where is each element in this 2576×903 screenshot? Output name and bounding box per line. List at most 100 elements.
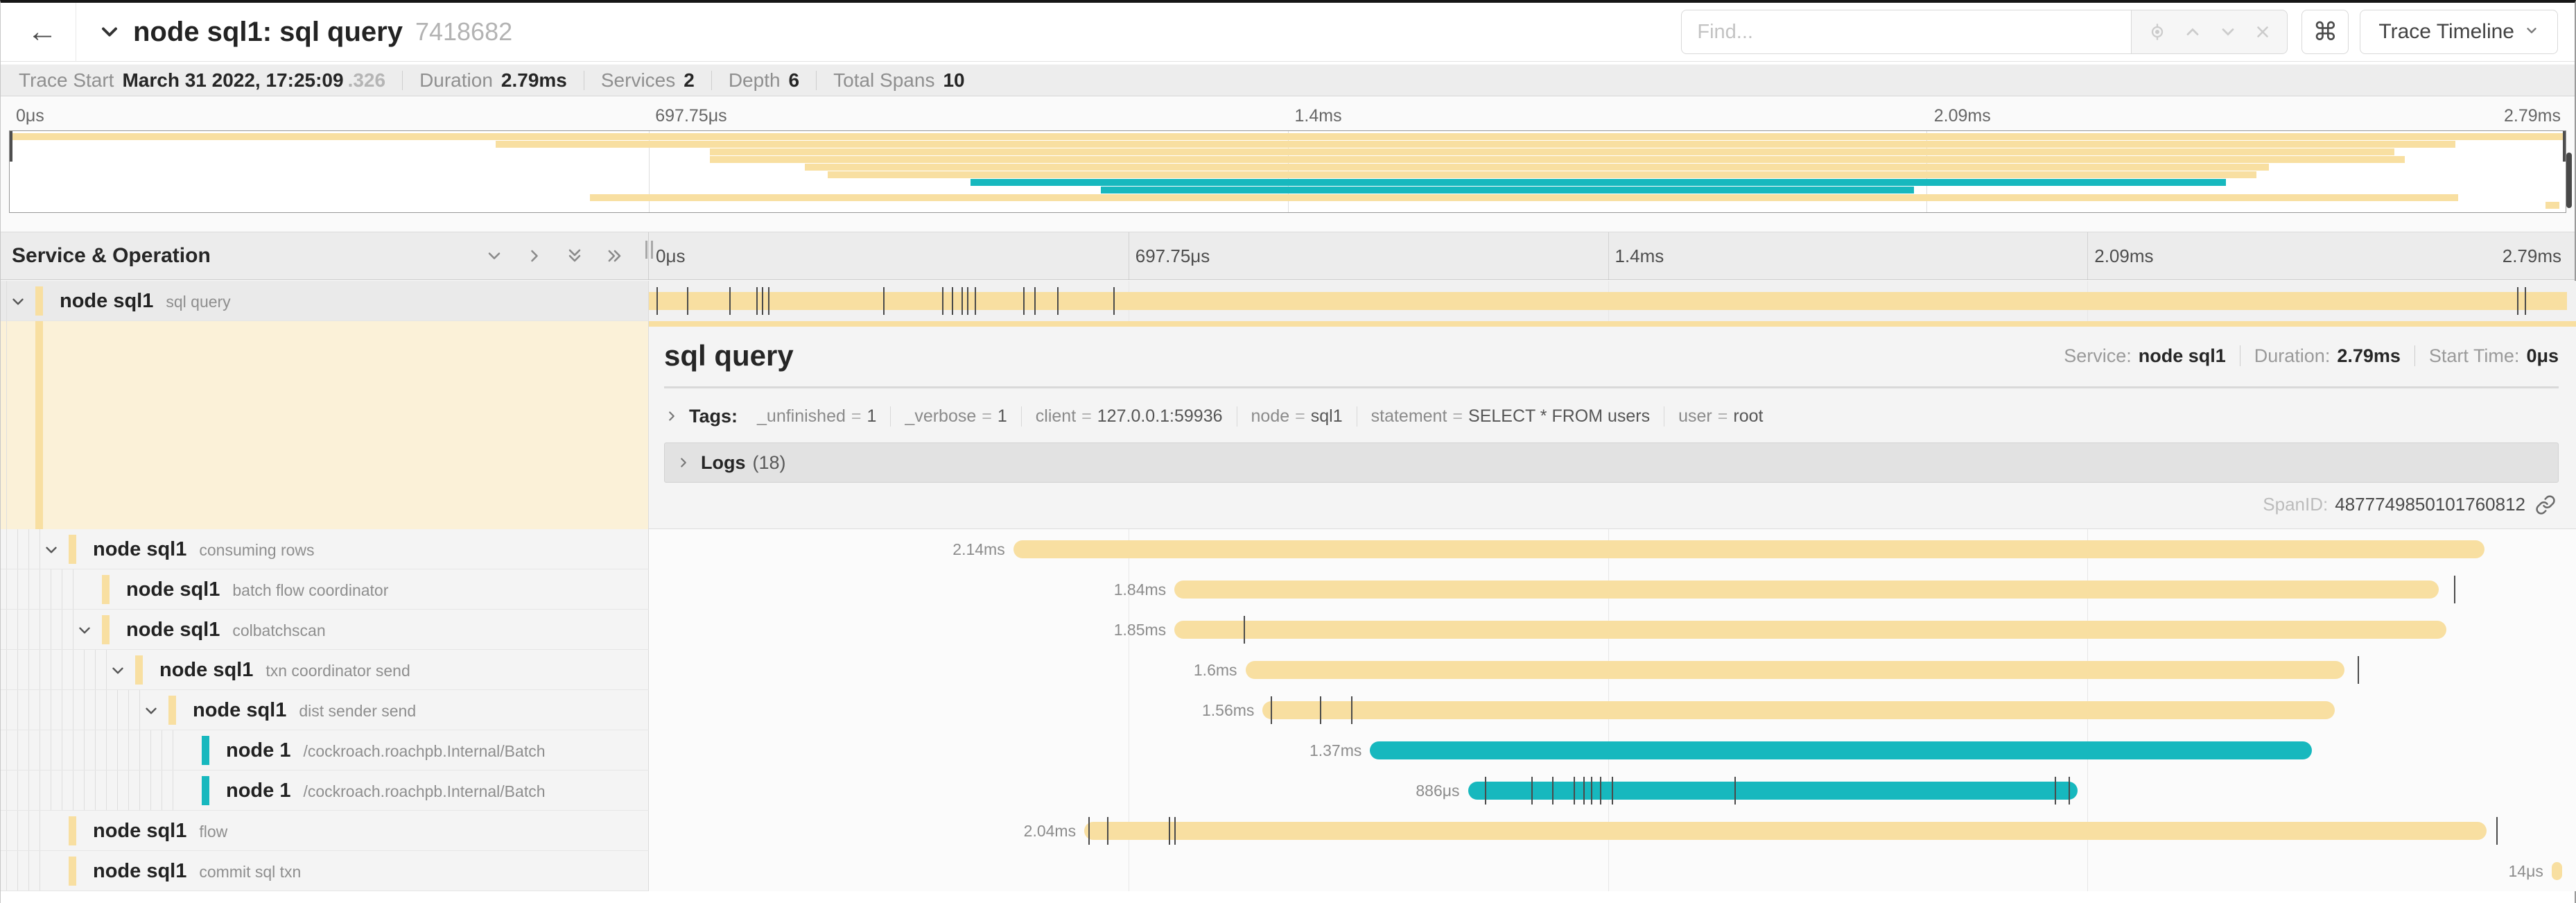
span-bar[interactable] bbox=[1174, 621, 2446, 639]
span-tree-item[interactable]: node sql1consuming rows bbox=[1, 529, 649, 569]
span-timeline-cell[interactable]: 1.6ms bbox=[649, 650, 2567, 690]
link-icon[interactable] bbox=[2535, 495, 2556, 515]
span-row[interactable]: node sql1consuming rows2.14ms bbox=[1, 529, 2576, 569]
log-marker[interactable] bbox=[975, 287, 976, 315]
tags-row[interactable]: Tags: _unfinished=1_verbose=1client=127.… bbox=[664, 401, 2559, 431]
keyboard-shortcuts-button[interactable]: ⌘ bbox=[2301, 10, 2349, 54]
log-marker[interactable] bbox=[961, 287, 963, 315]
span-tree-item[interactable]: node sql1batch flow coordinator bbox=[1, 569, 649, 610]
log-marker[interactable] bbox=[1034, 287, 1036, 315]
span-row[interactable]: node sql1flow2.04ms bbox=[1, 811, 2576, 851]
log-marker[interactable] bbox=[656, 287, 658, 315]
chevron-down-icon[interactable] bbox=[42, 541, 60, 562]
collapse-one-icon[interactable] bbox=[485, 246, 504, 266]
log-marker[interactable] bbox=[1174, 817, 1176, 845]
collapse-trace-header-icon[interactable] bbox=[97, 19, 122, 44]
chevron-down-icon[interactable] bbox=[109, 662, 127, 683]
log-marker[interactable] bbox=[942, 287, 943, 315]
log-marker[interactable] bbox=[1600, 777, 1601, 805]
log-marker[interactable] bbox=[2069, 777, 2070, 805]
chevron-down-icon[interactable] bbox=[9, 293, 27, 314]
span-row[interactable]: node sql1commit sql txn14μs bbox=[1, 851, 2576, 891]
span-tree-item[interactable]: node 1/cockroach.roachpb.Internal/Batch bbox=[1, 730, 649, 771]
logs-row[interactable]: Logs (18) bbox=[664, 442, 2559, 483]
span-bar[interactable] bbox=[1084, 822, 2487, 840]
span-timeline-cell[interactable]: 1.56ms bbox=[649, 690, 2567, 730]
log-marker[interactable] bbox=[1734, 777, 1736, 805]
log-marker[interactable] bbox=[2358, 656, 2359, 684]
span-row[interactable]: node sql1sql query bbox=[1, 281, 2576, 321]
span-timeline-cell[interactable]: 886μs bbox=[649, 771, 2567, 811]
viewport-left-handle[interactable] bbox=[9, 131, 12, 162]
expand-all-icon[interactable] bbox=[605, 246, 625, 266]
log-marker[interactable] bbox=[1531, 777, 1533, 805]
span-bar[interactable] bbox=[1246, 661, 2344, 679]
log-marker[interactable] bbox=[762, 287, 763, 315]
column-resizer-handle[interactable] bbox=[645, 241, 653, 259]
expand-one-icon[interactable] bbox=[525, 246, 544, 266]
span-timeline-cell[interactable] bbox=[649, 281, 2567, 321]
log-marker[interactable] bbox=[1088, 817, 1090, 845]
log-marker[interactable] bbox=[2525, 287, 2526, 315]
span-bar[interactable] bbox=[1468, 782, 2078, 800]
log-marker[interactable] bbox=[1583, 777, 1585, 805]
log-marker[interactable] bbox=[1552, 777, 1554, 805]
log-marker[interactable] bbox=[2517, 287, 2518, 315]
view-selector-button[interactable]: Trace Timeline bbox=[2360, 10, 2558, 54]
span-bar[interactable] bbox=[1174, 580, 2438, 599]
log-marker[interactable] bbox=[1612, 777, 1613, 805]
span-tree-item[interactable]: node sql1sql query bbox=[1, 281, 649, 321]
find-prev-icon[interactable] bbox=[2183, 22, 2202, 42]
log-marker[interactable] bbox=[2496, 817, 2498, 845]
span-tree-item[interactable]: node sql1txn coordinator send bbox=[1, 650, 649, 690]
span-row[interactable]: node sql1dist sender send1.56ms bbox=[1, 690, 2576, 730]
minimap-canvas[interactable] bbox=[9, 130, 2566, 213]
span-bar[interactable] bbox=[2552, 862, 2562, 880]
log-marker[interactable] bbox=[768, 287, 769, 315]
log-marker[interactable] bbox=[1057, 287, 1059, 315]
span-timeline-cell[interactable]: 2.04ms bbox=[649, 811, 2567, 851]
span-bar[interactable] bbox=[1013, 540, 2484, 558]
span-bar[interactable] bbox=[1370, 741, 2312, 759]
log-marker[interactable] bbox=[1320, 696, 1321, 724]
span-timeline-cell[interactable]: 1.84ms bbox=[649, 569, 2567, 610]
span-tree-item[interactable]: node sql1dist sender send bbox=[1, 690, 649, 730]
span-row[interactable]: node 1/cockroach.roachpb.Internal/Batch8… bbox=[1, 771, 2576, 811]
collapse-all-icon[interactable] bbox=[565, 246, 584, 266]
chevron-down-icon[interactable] bbox=[76, 621, 94, 643]
log-marker[interactable] bbox=[1574, 777, 1575, 805]
span-tree-item[interactable]: node sql1flow bbox=[1, 811, 649, 851]
span-timeline-cell[interactable]: 14μs bbox=[649, 851, 2567, 891]
log-marker[interactable] bbox=[1351, 696, 1352, 724]
log-marker[interactable] bbox=[2454, 576, 2455, 603]
locate-icon[interactable] bbox=[2148, 22, 2167, 42]
span-row[interactable]: node sql1batch flow coordinator1.84ms bbox=[1, 569, 2576, 610]
log-marker[interactable] bbox=[967, 287, 968, 315]
log-marker[interactable] bbox=[1169, 817, 1170, 845]
log-marker[interactable] bbox=[1271, 696, 1272, 724]
back-button[interactable]: ← bbox=[17, 3, 67, 62]
log-marker[interactable] bbox=[952, 287, 953, 315]
span-bar[interactable] bbox=[649, 292, 2567, 310]
log-marker[interactable] bbox=[1244, 616, 1245, 644]
span-row[interactable]: node 1/cockroach.roachpb.Internal/Batch1… bbox=[1, 730, 2576, 771]
log-marker[interactable] bbox=[1113, 287, 1115, 315]
chevron-down-icon[interactable] bbox=[142, 702, 160, 723]
find-input[interactable] bbox=[1681, 10, 2132, 54]
find-clear-icon[interactable] bbox=[2254, 23, 2272, 41]
span-timeline-cell[interactable]: 1.85ms bbox=[649, 610, 2567, 650]
span-row[interactable]: node sql1colbatchscan1.85ms bbox=[1, 610, 2576, 650]
log-marker[interactable] bbox=[883, 287, 885, 315]
find-next-icon[interactable] bbox=[2218, 22, 2238, 42]
log-marker[interactable] bbox=[1107, 817, 1108, 845]
span-tree-item[interactable]: node 1/cockroach.roachpb.Internal/Batch bbox=[1, 771, 649, 811]
log-marker[interactable] bbox=[756, 287, 758, 315]
span-row[interactable]: node sql1txn coordinator send1.6ms bbox=[1, 650, 2576, 690]
log-marker[interactable] bbox=[729, 287, 731, 315]
span-tree-item[interactable]: node sql1commit sql txn bbox=[1, 851, 649, 891]
span-bar[interactable] bbox=[1262, 701, 2335, 719]
log-marker[interactable] bbox=[687, 287, 688, 315]
log-marker[interactable] bbox=[1023, 287, 1025, 315]
log-marker[interactable] bbox=[1485, 777, 1486, 805]
span-timeline-cell[interactable]: 2.14ms bbox=[649, 529, 2567, 569]
